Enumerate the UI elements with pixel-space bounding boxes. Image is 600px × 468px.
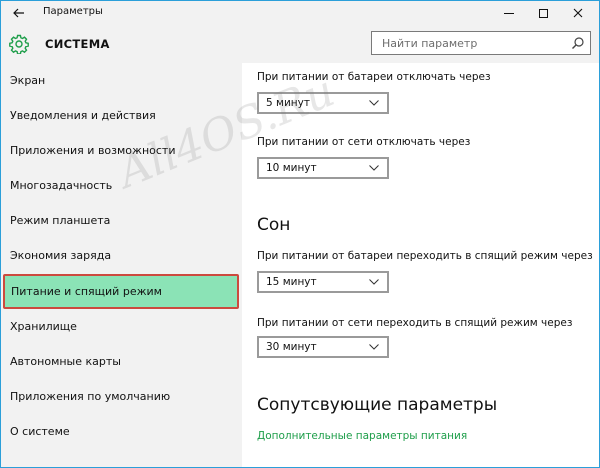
close-icon <box>573 8 583 18</box>
sidebar-item-power-sleep[interactable]: Питание и спящий режим <box>3 274 239 309</box>
sidebar: Экран Уведомления и действия Приложения … <box>1 63 242 467</box>
chevron-down-icon <box>369 165 379 171</box>
chevron-down-icon <box>369 279 379 285</box>
search-box[interactable] <box>371 31 591 55</box>
screen-battery-label: При питании от батареи отключать через <box>257 71 491 83</box>
chevron-down-icon <box>369 100 379 106</box>
sidebar-item-battery-saver[interactable]: Экономия заряда <box>1 238 242 273</box>
maximize-button[interactable] <box>526 1 560 25</box>
sidebar-item-label: Хранилище <box>10 320 77 333</box>
sidebar-item-apps[interactable]: Приложения и возможности <box>1 133 242 168</box>
title-bar: Параметры <box>1 1 599 25</box>
dropdown-value: 10 минут <box>266 162 317 174</box>
maximize-icon <box>538 8 548 18</box>
minimize-icon <box>504 12 514 14</box>
sidebar-item-label: Экран <box>10 74 46 87</box>
sidebar-item-label: Экономия заряда <box>10 249 112 262</box>
sidebar-item-tablet-mode[interactable]: Режим планшета <box>1 203 242 238</box>
sidebar-item-label: Уведомления и действия <box>10 109 156 122</box>
sleep-heading: Сон <box>257 215 291 235</box>
sidebar-item-default-apps[interactable]: Приложения по умолчанию <box>1 379 242 414</box>
screen-plugged-label: При питании от сети отключать через <box>257 136 471 148</box>
sidebar-item-label: Приложения и возможности <box>10 144 176 157</box>
sleep-plugged-dropdown[interactable]: 30 минут <box>257 336 389 358</box>
sidebar-item-about[interactable]: О системе <box>1 414 242 449</box>
sleep-plugged-label: При питании от сети переходить в спящий … <box>257 317 573 329</box>
settings-header: СИСТЕМА <box>1 25 599 63</box>
dropdown-value: 15 минут <box>266 276 317 288</box>
dropdown-value: 30 минут <box>266 341 317 353</box>
screen-plugged-dropdown[interactable]: 10 минут <box>257 157 389 179</box>
main-content: При питании от батареи отключать через 5… <box>242 63 599 467</box>
sidebar-item-notifications[interactable]: Уведомления и действия <box>1 98 242 133</box>
close-button[interactable] <box>561 1 595 25</box>
sidebar-item-multitasking[interactable]: Многозадачность <box>1 168 242 203</box>
search-icon[interactable] <box>571 36 585 50</box>
search-input[interactable] <box>372 32 568 54</box>
sleep-battery-dropdown[interactable]: 15 минут <box>257 271 389 293</box>
window-title: Параметры <box>43 6 103 17</box>
sidebar-item-offline-maps[interactable]: Автономные карты <box>1 344 242 379</box>
sidebar-item-screen[interactable]: Экран <box>1 63 242 98</box>
sleep-battery-label: При питании от батареи переходить в спящ… <box>257 250 593 262</box>
sidebar-item-storage[interactable]: Хранилище <box>1 309 242 344</box>
settings-window: Параметры СИСТЕМА Найти параметр Экран У… <box>0 0 600 468</box>
minimize-button[interactable] <box>492 1 526 25</box>
related-settings-heading: Сопутсвующие параметры <box>257 395 498 415</box>
chevron-down-icon <box>369 344 379 350</box>
arrow-left-icon <box>13 8 24 18</box>
dropdown-value: 5 минут <box>266 97 310 109</box>
sidebar-item-label: Автономные карты <box>10 355 121 368</box>
page-title: СИСТЕМА <box>45 37 110 51</box>
sidebar-item-label: Приложения по умолчанию <box>10 390 171 403</box>
sidebar-item-label: Питание и спящий режим <box>11 285 162 298</box>
gear-icon <box>9 34 29 54</box>
sidebar-item-label: Многозадачность <box>10 179 113 192</box>
back-button[interactable] <box>7 3 31 23</box>
sidebar-item-label: Режим планшета <box>10 214 111 227</box>
screen-battery-dropdown[interactable]: 5 минут <box>257 92 389 114</box>
additional-power-settings-link[interactable]: Дополнительные параметры питания <box>257 430 467 442</box>
sidebar-item-label: О системе <box>10 425 70 438</box>
